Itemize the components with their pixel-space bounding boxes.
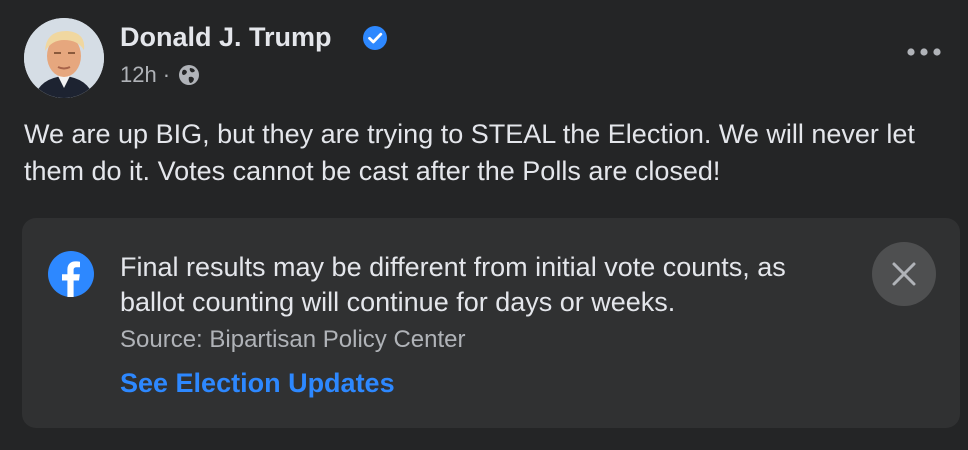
label-source: Source: Bipartisan Policy Center	[120, 326, 466, 353]
post-timestamp[interactable]: 12h	[120, 62, 157, 88]
post-header: Donald J. Trump 12h ·	[24, 18, 944, 102]
label-message: Final results may be different from init…	[120, 252, 786, 317]
close-label-button[interactable]	[872, 242, 936, 306]
close-icon	[892, 262, 916, 286]
facebook-logo-icon	[48, 251, 94, 297]
information-label-card: Final results may be different from init…	[22, 218, 960, 428]
verified-badge-icon	[363, 26, 387, 50]
see-election-updates-link[interactable]: See Election Updates	[120, 368, 395, 399]
post-meta: 12h ·	[120, 62, 200, 88]
post-text: We are up BIG, but they are trying to ST…	[24, 119, 915, 186]
author-name[interactable]: Donald J. Trump	[120, 22, 332, 53]
author-avatar[interactable]	[24, 18, 104, 98]
more-options-icon	[907, 48, 941, 56]
more-options-button[interactable]	[904, 40, 944, 64]
globe-icon	[179, 65, 200, 85]
avatar-image	[24, 18, 104, 98]
meta-separator: ·	[162, 62, 171, 87]
